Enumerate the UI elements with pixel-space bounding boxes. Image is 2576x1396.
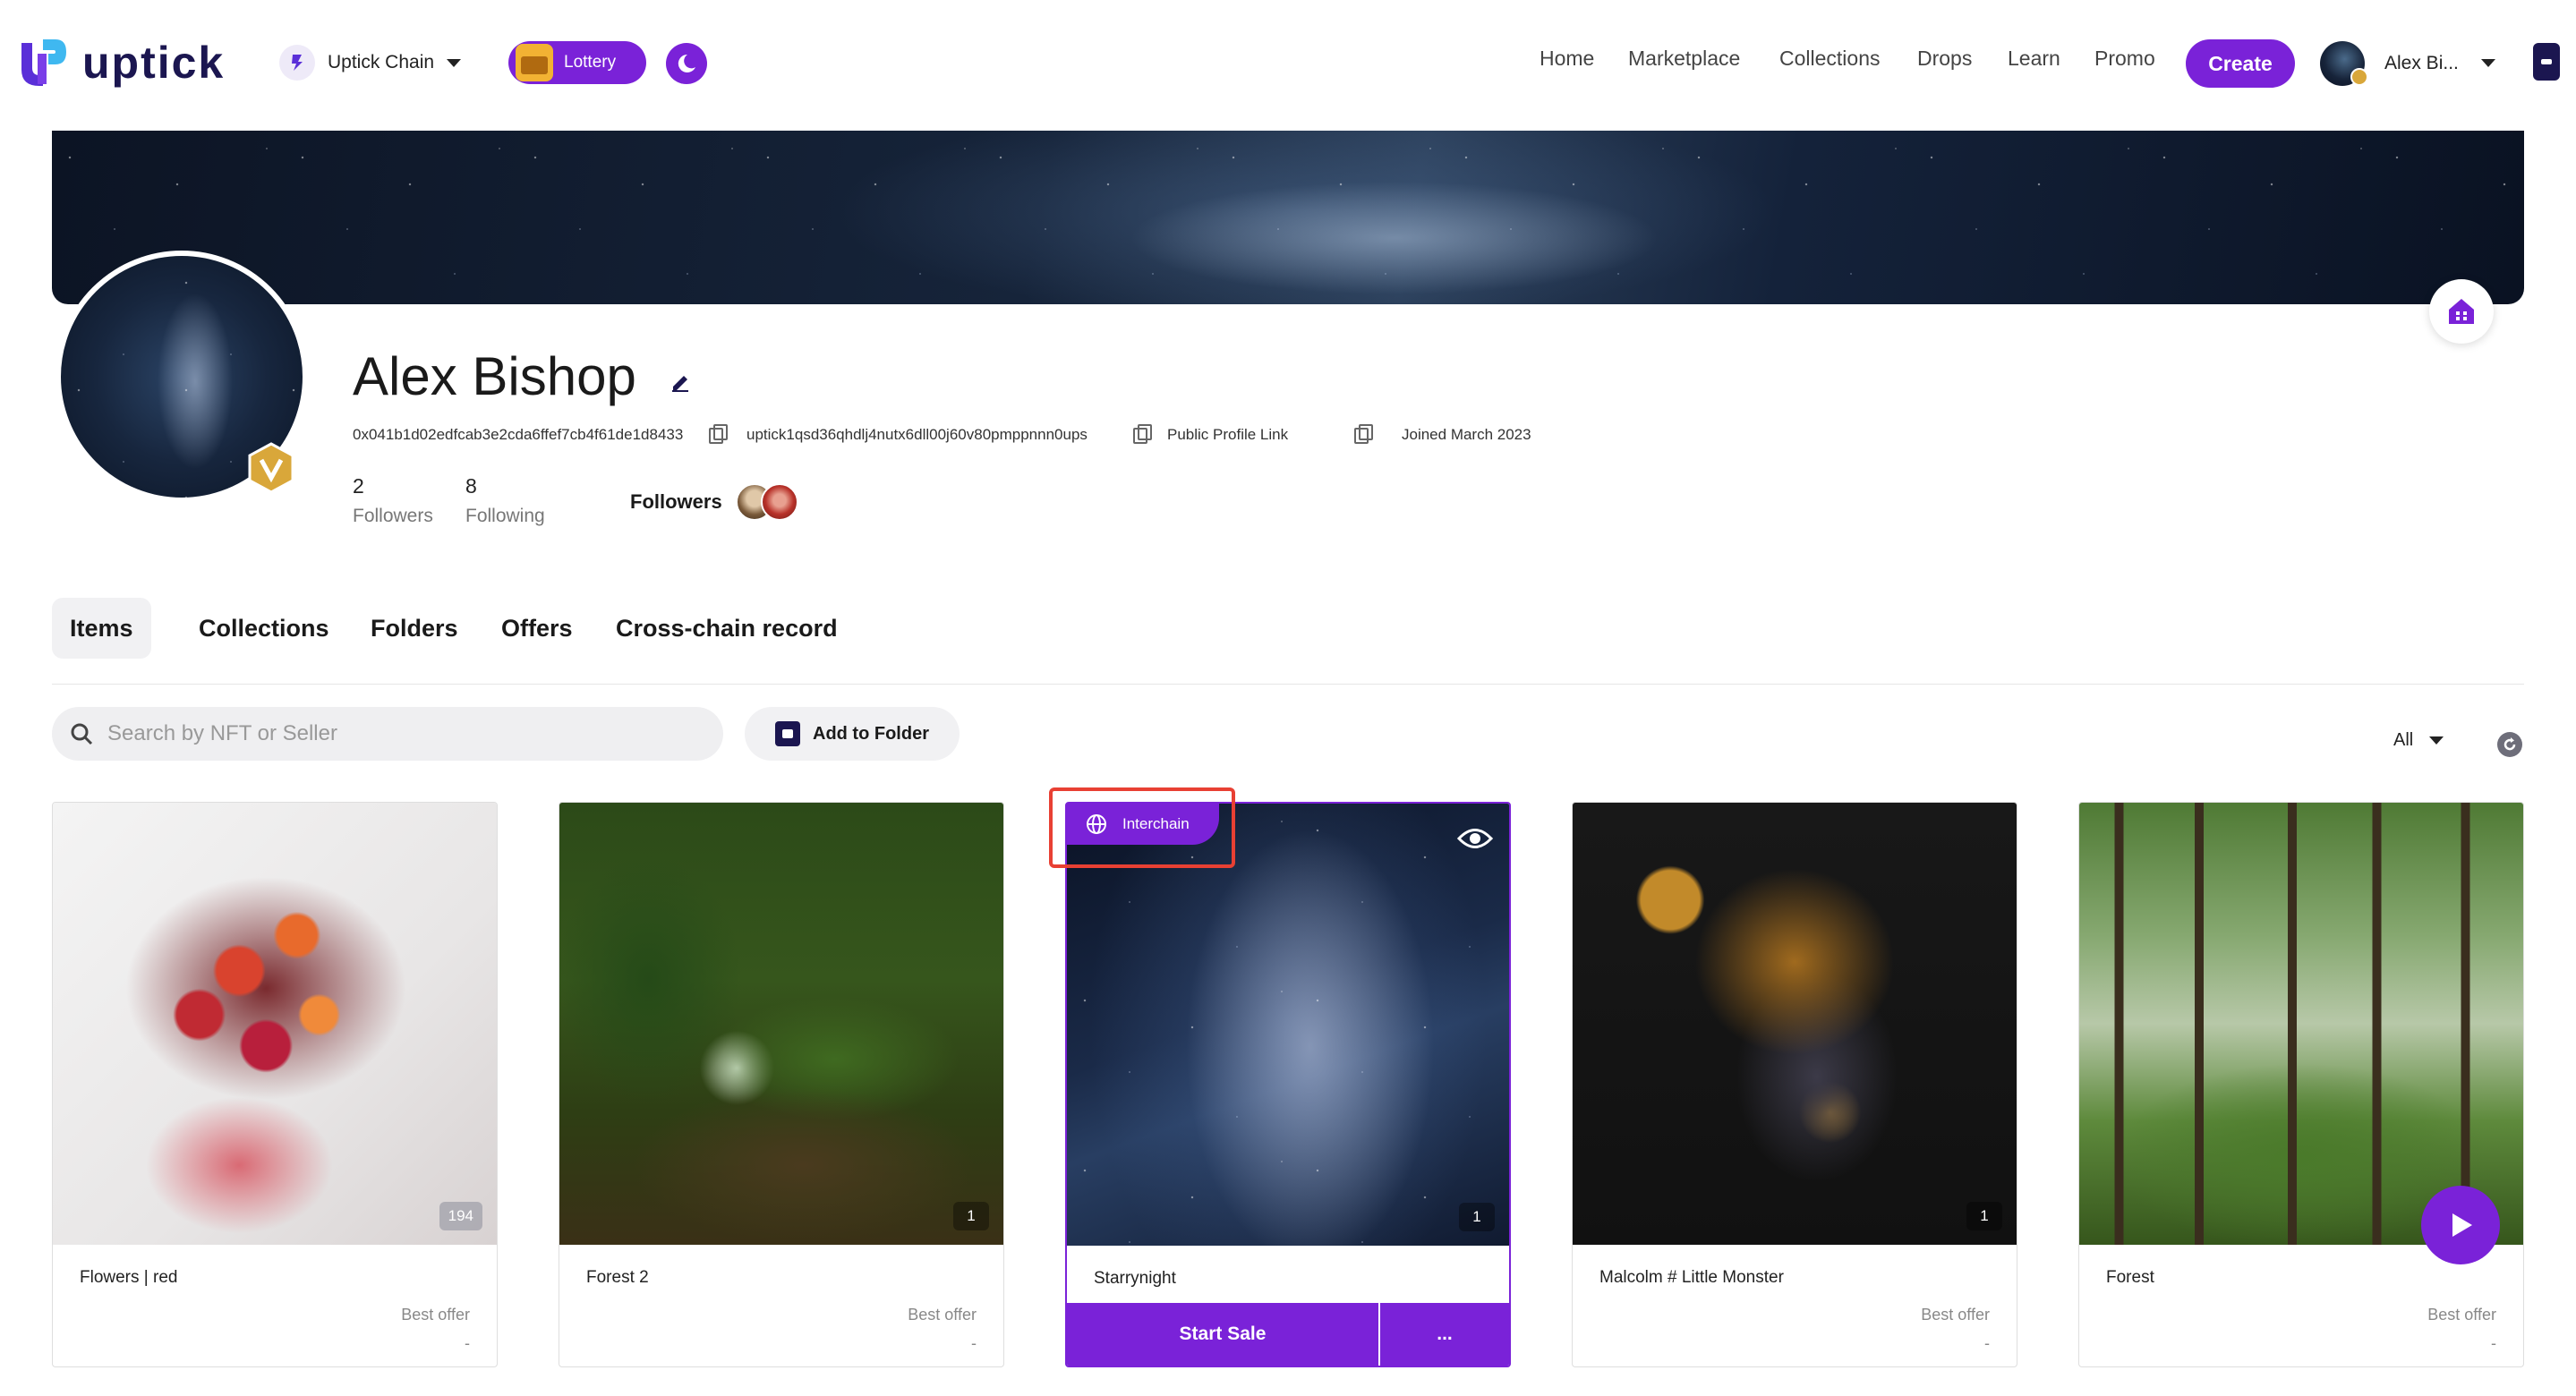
- nft-image[interactable]: [1573, 803, 2017, 1245]
- tab-offers[interactable]: Offers: [483, 598, 591, 659]
- chain-selector-label: Uptick Chain: [328, 52, 435, 72]
- profile-name: Alex Bishop: [353, 346, 636, 406]
- best-offer-value: -: [2491, 1334, 2496, 1352]
- tab-folders[interactable]: Folders: [353, 598, 476, 659]
- nft-title: Flowers | red: [80, 1268, 178, 1287]
- eye-icon[interactable]: [1457, 827, 1493, 850]
- nft-title: Forest 2: [586, 1268, 649, 1287]
- logo-text: uptick: [82, 38, 226, 88]
- edition-count-badge: 1: [953, 1202, 989, 1230]
- house-icon: [2449, 299, 2474, 324]
- nft-card[interactable]: 194 Flowers | red Best offer -: [52, 802, 498, 1367]
- uptick-chain-icon: [279, 45, 315, 81]
- nav-marketplace[interactable]: Marketplace: [1628, 47, 1740, 71]
- tab-items[interactable]: Items: [52, 598, 151, 659]
- nft-card[interactable]: 1 Malcolm # Little Monster Best offer -: [1572, 802, 2017, 1367]
- search-input[interactable]: [107, 721, 680, 746]
- uptick-logo[interactable]: uptick: [16, 34, 225, 91]
- verified-badge-icon: [248, 442, 294, 494]
- best-offer-value: -: [971, 1334, 977, 1352]
- edit-icon[interactable]: [670, 370, 691, 392]
- copy-icon[interactable]: [1353, 424, 1373, 444]
- joined-date: Joined March 2023: [1402, 426, 1531, 444]
- nft-image[interactable]: [559, 803, 1003, 1245]
- copy-icon[interactable]: [1133, 424, 1153, 444]
- create-button[interactable]: Create: [2186, 39, 2295, 88]
- add-to-folder-button[interactable]: Add to Folder: [745, 707, 960, 761]
- folder-icon: [775, 721, 800, 746]
- sale-actions: Start Sale ...: [1067, 1303, 1509, 1366]
- nft-card[interactable]: Interchain 1 Starrynight Start Sale ...: [1065, 802, 1511, 1367]
- nft-title: Forest: [2106, 1268, 2154, 1287]
- tabs-divider: [52, 684, 2524, 685]
- nft-title: Malcolm # Little Monster: [1599, 1268, 1784, 1287]
- search-icon: [71, 723, 93, 745]
- nft-image[interactable]: [2079, 803, 2523, 1245]
- followers-count: 2: [353, 474, 364, 498]
- best-offer-label: Best offer: [908, 1306, 977, 1324]
- best-offer-value: -: [465, 1334, 470, 1352]
- homepage-button[interactable]: [2429, 279, 2494, 344]
- edition-count-badge: 194: [439, 1202, 482, 1230]
- refresh-icon: [2503, 737, 2516, 751]
- profile-banner: [52, 131, 2524, 304]
- tab-collections[interactable]: Collections: [181, 598, 347, 659]
- edition-count-badge: 1: [1966, 1202, 2002, 1230]
- refresh-button[interactable]: [2497, 732, 2522, 757]
- nav-home[interactable]: Home: [1540, 47, 1594, 71]
- add-to-folder-label: Add to Folder: [813, 723, 929, 744]
- lottery-label: Lottery: [564, 53, 617, 72]
- public-profile-link-label: Public Profile Link: [1167, 426, 1289, 443]
- nav-promo[interactable]: Promo: [2094, 47, 2155, 71]
- best-offer-value: -: [1984, 1334, 1990, 1352]
- followers-stat[interactable]: 2 Followers: [353, 474, 433, 527]
- chevron-down-icon: [2429, 736, 2444, 745]
- followers-label: Followers: [353, 506, 433, 526]
- followers-title: Followers: [630, 490, 722, 513]
- copy-icon[interactable]: [709, 424, 728, 444]
- following-stat[interactable]: 8 Following: [465, 474, 545, 527]
- uptick-address-row: uptick1qsd36qhdlj4nutx6dll00j60v80pmppnn…: [746, 426, 1088, 444]
- wallet-icon[interactable]: [2533, 43, 2560, 81]
- play-button[interactable]: [2421, 1186, 2500, 1264]
- joined-date-label: Joined March 2023: [1402, 426, 1531, 443]
- nft-image[interactable]: [1067, 804, 1509, 1246]
- edition-count-badge: 1: [1459, 1203, 1495, 1231]
- nav-drops[interactable]: Drops: [1917, 47, 1972, 71]
- treasure-chest-icon: [516, 44, 553, 81]
- nft-image[interactable]: [53, 803, 497, 1245]
- play-icon: [2452, 1213, 2472, 1237]
- following-count: 8: [465, 474, 477, 498]
- nft-card[interactable]: 1 Forest 2 Best offer -: [559, 802, 1004, 1367]
- moon-icon: [678, 54, 695, 72]
- verified-badge-icon: [2350, 68, 2368, 86]
- more-options-button[interactable]: ...: [1380, 1303, 1509, 1366]
- theme-toggle[interactable]: [666, 43, 707, 84]
- filter-value: All: [2393, 730, 2414, 750]
- uptick-logo-icon: [21, 39, 66, 86]
- uptick-address: uptick1qsd36qhdlj4nutx6dll00j60v80pmppnn…: [746, 426, 1088, 443]
- lottery-button[interactable]: Lottery: [508, 41, 646, 84]
- tab-cross-chain-record[interactable]: Cross-chain record: [598, 598, 856, 659]
- following-label: Following: [465, 506, 545, 526]
- best-offer-label: Best offer: [401, 1306, 470, 1324]
- highlight-frame: [1049, 787, 1235, 868]
- user-menu-chevron-icon[interactable]: [2481, 59, 2495, 67]
- follower-avatar[interactable]: [761, 483, 798, 521]
- evm-address-row: 0x041b1d02edfcab3e2cda6ffef7cb4f61de1d84…: [353, 426, 683, 444]
- search-box[interactable]: [52, 707, 723, 761]
- nav-learn[interactable]: Learn: [2008, 47, 2060, 71]
- best-offer-label: Best offer: [1921, 1306, 1990, 1324]
- nft-title: Starrynight: [1094, 1269, 1176, 1288]
- nft-card[interactable]: Forest Best offer -: [2078, 802, 2524, 1367]
- chevron-down-icon: [447, 58, 462, 67]
- user-name[interactable]: Alex Bi...: [2384, 53, 2459, 74]
- evm-address: 0x041b1d02edfcab3e2cda6ffef7cb4f61de1d84…: [353, 426, 684, 443]
- public-profile-link[interactable]: Public Profile Link: [1167, 426, 1288, 444]
- nav-collections[interactable]: Collections: [1779, 47, 1881, 71]
- chain-selector[interactable]: Uptick Chain: [279, 39, 462, 86]
- best-offer-label: Best offer: [2427, 1306, 2496, 1324]
- start-sale-button[interactable]: Start Sale: [1067, 1303, 1380, 1366]
- filter-dropdown[interactable]: All: [2393, 730, 2444, 751]
